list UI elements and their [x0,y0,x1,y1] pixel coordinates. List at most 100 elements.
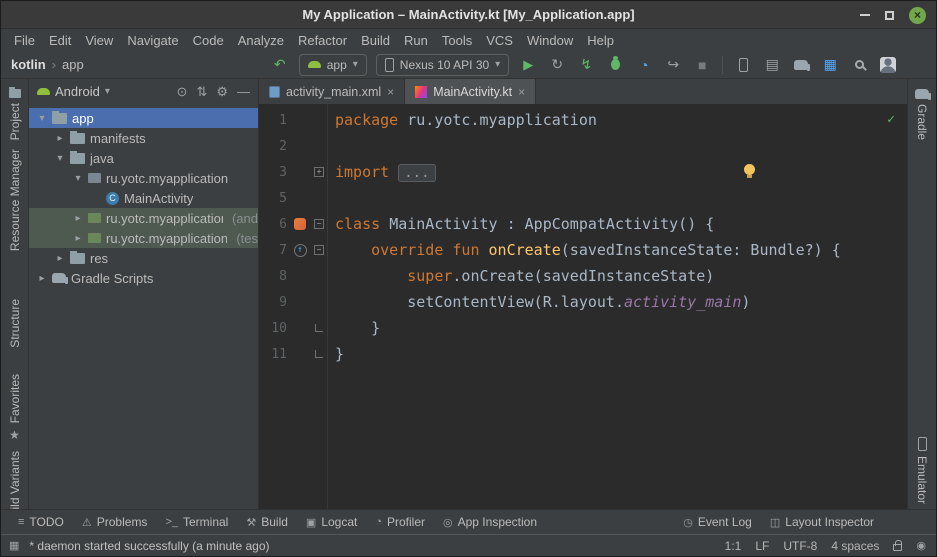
back-arrow-icon[interactable]: ↶ [267,53,293,77]
line-number[interactable]: 11 [259,347,289,362]
menu-analyze[interactable]: Analyze [231,33,291,48]
fold-expand-icon[interactable]: + [314,167,324,177]
tool-button-project[interactable]: Project [1,89,28,140]
menu-window[interactable]: Window [520,33,580,48]
attach-debugger-button[interactable]: ↪ [660,53,686,77]
select-opened-file-icon[interactable]: ⊙ [177,84,188,100]
tree-item-manifests[interactable]: ▸ manifests [29,128,258,148]
fold-end-icon[interactable] [315,324,323,332]
tool-button-terminal[interactable]: >_ Terminal [156,510,237,534]
tool-button-favorites[interactable]: Favorites ★ [1,374,28,442]
menu-view[interactable]: View [78,33,120,48]
line-number[interactable]: 6 [259,217,289,232]
status-message[interactable]: * daemon started successfully (a minute … [29,539,269,553]
inspections-status-icon[interactable]: ✓ [887,112,895,127]
menu-file[interactable]: File [7,33,42,48]
line-number[interactable]: 5 [259,191,289,206]
chevron-right-icon[interactable]: ▸ [55,133,65,144]
search-everywhere-button[interactable] [846,53,872,77]
encoding-widget[interactable]: UTF-8 [783,539,817,553]
run-button[interactable]: ▶ [515,53,541,77]
minimize-button[interactable] [860,14,870,16]
profile-avatar-button[interactable] [875,53,901,77]
device-select[interactable]: Nexus 10 API 30 ▾ [376,54,509,76]
apply-changes-button[interactable]: ↻ [544,53,570,77]
fold-end-icon[interactable] [315,350,323,358]
line-number[interactable]: 8 [259,269,289,284]
close-button[interactable]: × [909,7,926,24]
tool-button-app-inspection[interactable]: ◎ App Inspection [434,510,546,534]
device-file-explorer-button[interactable]: ▤ [759,53,785,77]
tool-button-resource-manager[interactable]: Resource Manager [1,149,28,251]
chevron-right-icon[interactable]: ▸ [73,233,83,244]
chevron-down-icon[interactable]: ▾ [55,153,65,164]
maximize-button[interactable] [885,11,894,20]
project-view-selector[interactable]: Android [55,84,100,99]
chevron-right-icon[interactable]: ▸ [55,253,65,264]
menu-refactor[interactable]: Refactor [291,33,354,48]
tree-item-gradle-scripts[interactable]: ▸ Gradle Scripts [29,268,258,288]
caret-position-widget[interactable]: 1:1 [725,539,742,553]
menu-vcs[interactable]: VCS [479,33,520,48]
line-number[interactable]: 2 [259,139,289,154]
tab-mainactivity-kt[interactable]: MainActivity.kt × [405,79,536,104]
profiler-button[interactable]: ◔ [631,53,657,77]
class-gutter-icon[interactable] [294,218,306,230]
tree-item-mainactivity[interactable]: C MainActivity [29,188,258,208]
line-number[interactable]: 3 [259,165,289,180]
menu-build[interactable]: Build [354,33,397,48]
debug-button[interactable] [602,53,628,77]
device-manager-button[interactable] [730,53,756,77]
tool-button-emulator[interactable]: Emulator [908,437,936,504]
readonly-lock-icon[interactable] [893,544,902,551]
overriding-method-icon[interactable]: ↑ [294,244,307,257]
line-number[interactable]: 1 [259,113,289,128]
fold-collapse-icon[interactable]: − [314,219,324,229]
notifications-icon[interactable]: ◉ [916,539,926,552]
tool-button-problems[interactable]: ⚠ Problems [73,510,157,534]
tool-button-gradle[interactable]: Gradle [908,89,936,140]
close-tab-icon[interactable]: × [518,85,525,99]
code-editor[interactable]: 1 package ru.yotc.myapplication 2 3 + im… [259,104,907,509]
menu-navigate[interactable]: Navigate [120,33,185,48]
chevron-right-icon[interactable]: ▸ [37,273,47,284]
menu-run[interactable]: Run [397,33,435,48]
indent-widget[interactable]: 4 spaces [831,539,879,553]
line-number[interactable]: 10 [259,321,289,336]
menu-help[interactable]: Help [580,33,621,48]
fold-collapse-icon[interactable]: − [314,245,324,255]
tool-window-switcher-icon[interactable]: ▦ [9,539,19,552]
run-configuration-select[interactable]: app ▾ [299,54,367,76]
stop-button[interactable]: ■ [689,53,715,77]
apply-code-changes-button[interactable]: ↯ [573,53,599,77]
breadcrumb-module[interactable]: app [62,57,84,72]
tree-item-res[interactable]: ▸ res [29,248,258,268]
tool-button-profiler[interactable]: ◔ Profiler [366,510,434,534]
tree-item-androidtest-package[interactable]: ▸ ru.yotc.myapplication (and [29,208,258,228]
tool-button-structure[interactable]: Structure [1,299,28,348]
tree-item-java[interactable]: ▾ java [29,148,258,168]
tool-button-layout-inspector[interactable]: ◫ Layout Inspector [761,515,883,529]
breadcrumb-project[interactable]: kotlin [11,57,46,72]
tree-item-app[interactable]: ▾ app [29,108,258,128]
tool-button-logcat[interactable]: ▣ Logcat [297,510,366,534]
tool-button-todo[interactable]: ≡ TODO [9,510,73,534]
tree-item-package[interactable]: ▾ ru.yotc.myapplication [29,168,258,188]
chevron-down-icon[interactable]: ▾ [73,173,83,184]
line-separator-widget[interactable]: LF [755,539,769,553]
intention-bulb-icon[interactable] [744,164,755,175]
folded-imports[interactable]: ... [398,164,435,182]
sdk-manager-button[interactable]: ▦ [817,53,843,77]
close-tab-icon[interactable]: × [387,85,394,99]
line-number[interactable]: 9 [259,295,289,310]
gear-icon[interactable]: ⚙ [216,84,228,100]
menu-edit[interactable]: Edit [42,33,78,48]
tool-button-event-log[interactable]: ◷ Event Log [674,515,761,529]
chevron-down-icon[interactable]: ▾ [37,113,47,124]
tool-button-build[interactable]: ⚒ Build [237,510,297,534]
line-number[interactable]: 7 [259,243,289,258]
tab-activity-main-xml[interactable]: activity_main.xml × [259,79,405,104]
gradle-sync-button[interactable] [788,53,814,77]
hide-panel-icon[interactable]: — [237,84,250,99]
tree-item-test-package[interactable]: ▸ ru.yotc.myapplication (tes [29,228,258,248]
